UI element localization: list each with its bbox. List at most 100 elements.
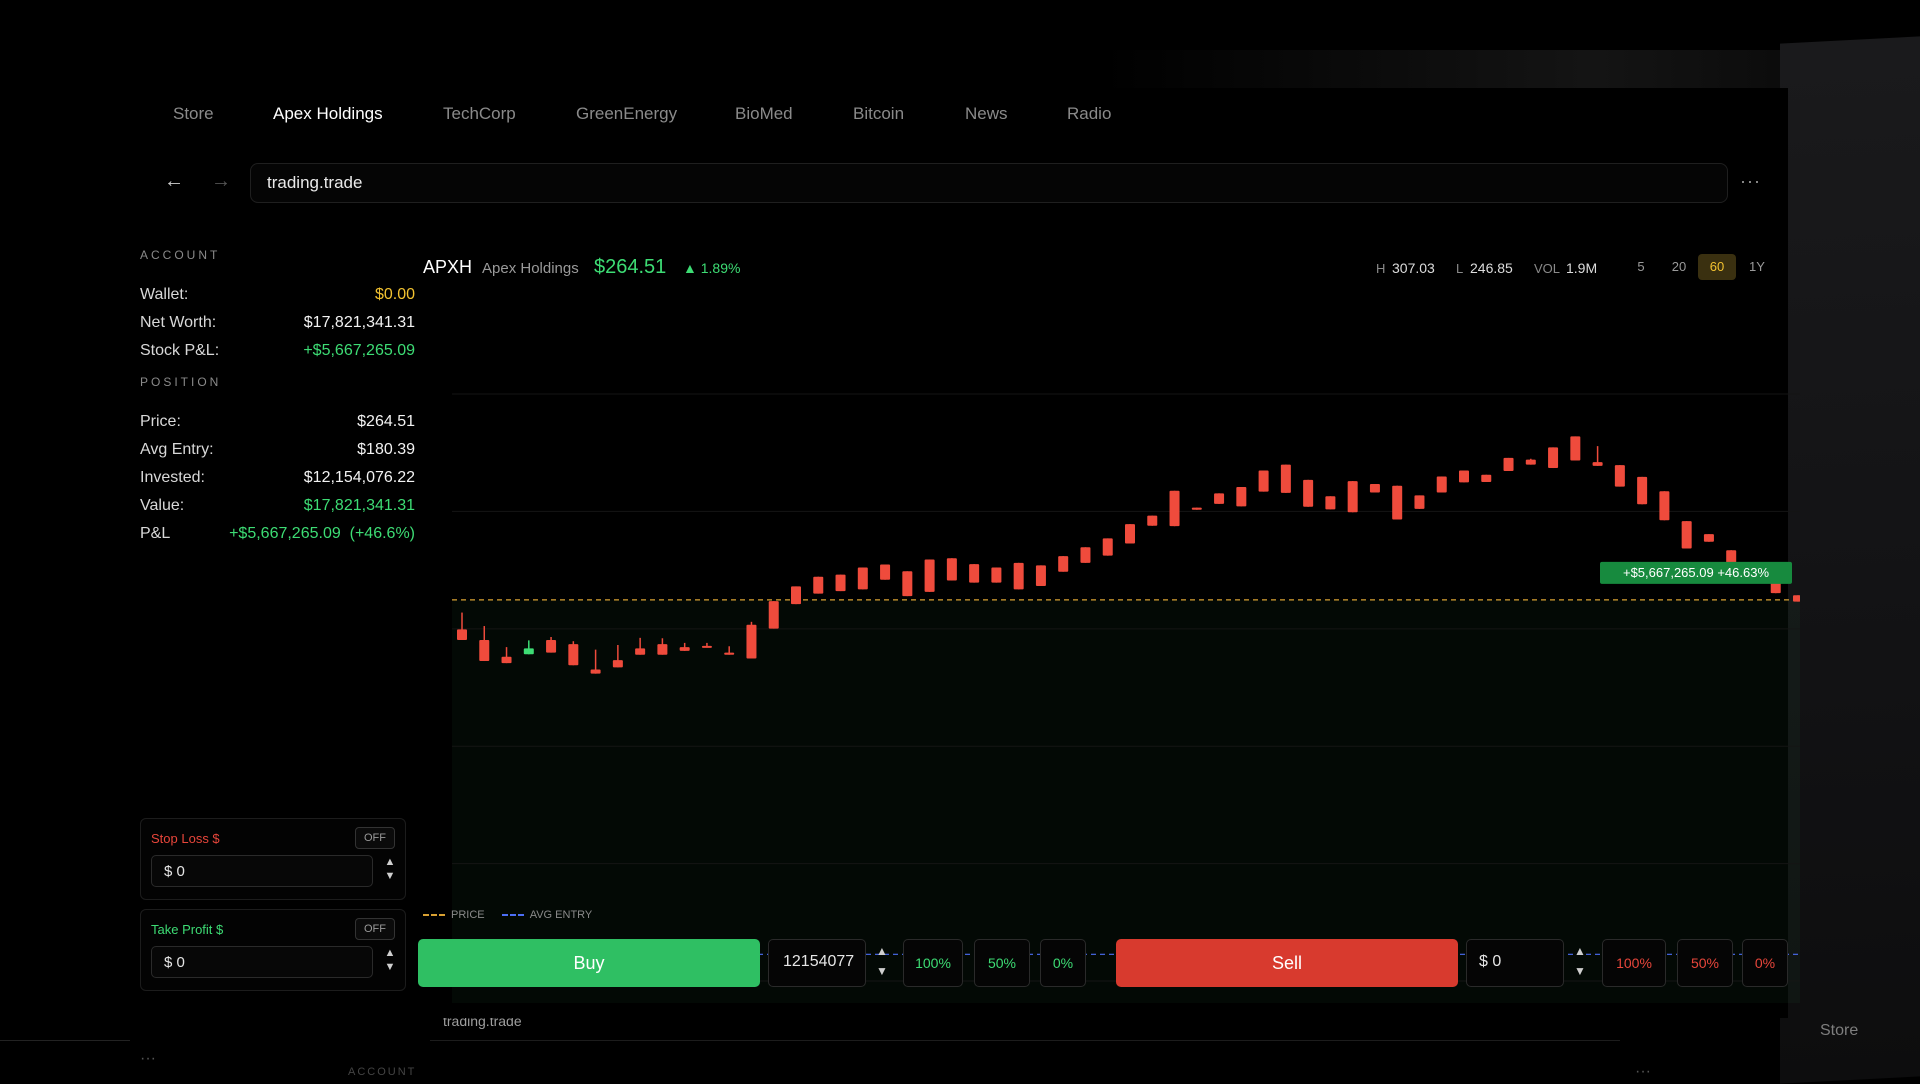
candlestick-chart[interactable]: 313.37285.51257.64229.78201.92174.06264.… [420, 283, 1887, 1019]
candle-body [1548, 447, 1559, 469]
candle-body [791, 586, 801, 605]
candle-body [1303, 479, 1314, 507]
candle-body [679, 647, 690, 651]
avg-entry-value: $180.39 [357, 441, 415, 458]
more-options-icon[interactable]: ··· [1740, 171, 1761, 192]
take-profit-input[interactable]: $ 0 [151, 946, 373, 978]
candle-body [835, 574, 846, 592]
chevron-up-icon[interactable]: ▲ [875, 941, 889, 961]
value-row: Value: $17,821,341.31 [140, 497, 415, 521]
sell-amount-input[interactable]: $ 0 [1466, 939, 1564, 987]
avg-entry-line-swatch [501, 914, 524, 917]
candle-body [1102, 538, 1113, 556]
candle-body [946, 558, 957, 581]
buy-quantity-stepper[interactable]: ▲ ▼ [875, 941, 889, 981]
sell-button[interactable]: Sell [1116, 939, 1458, 987]
candle-body [1592, 462, 1603, 466]
background-account-label: ACCOUNT [348, 1066, 417, 1078]
chevron-up-icon[interactable]: ▲ [383, 946, 397, 960]
buy-button[interactable]: Buy [418, 939, 760, 987]
avg-entry-label: Avg Entry: [140, 441, 214, 458]
tab-apex-holdings[interactable]: Apex Holdings [273, 104, 383, 124]
candle-body [1503, 457, 1514, 471]
tab-news[interactable]: News [965, 104, 1008, 124]
account-section-label: ACCOUNT [140, 248, 221, 262]
candle-body [1013, 562, 1024, 590]
tab-bitcoin[interactable]: Bitcoin [853, 104, 904, 124]
back-arrow-icon[interactable]: ← [164, 170, 184, 193]
chevron-down-icon[interactable]: ▼ [383, 869, 397, 883]
networth-value: $17,821,341.31 [303, 314, 415, 331]
candle-body [635, 648, 646, 655]
buy-0-percent-button[interactable]: 0% [1040, 939, 1086, 987]
forward-arrow-icon[interactable]: → [211, 170, 231, 193]
range-button-60[interactable]: 60 [1698, 254, 1736, 280]
sell-0-percent-button[interactable]: 0% [1742, 939, 1788, 987]
tab-biomed[interactable]: BioMed [735, 104, 793, 124]
candle-body [1258, 470, 1269, 492]
sell-amount-stepper[interactable]: ▲ ▼ [1573, 941, 1587, 981]
tab-greenenergy[interactable]: GreenEnergy [576, 104, 677, 124]
chart-legend: PRICE AVG ENTRY [423, 909, 592, 921]
sell-50-percent-button[interactable]: 50% [1677, 939, 1733, 987]
stop-loss-stepper[interactable]: ▲ ▼ [383, 855, 397, 887]
volume-value: 1.9M [1566, 260, 1598, 276]
price-chart[interactable]: 313.37285.51257.64229.78201.92174.06264.… [420, 283, 1887, 1019]
candle-body [1035, 565, 1046, 587]
stock-pnl-row: Stock P&L: +$5,667,265.09 [140, 342, 415, 366]
range-button-1y[interactable]: 1Y [1742, 254, 1772, 280]
url-bar[interactable]: trading.trade [250, 163, 1728, 203]
tab-store[interactable]: Store [173, 104, 214, 124]
candle-body [813, 576, 824, 594]
avg-entry-row: Avg Entry: $180.39 [140, 441, 415, 465]
invested-label: Invested: [140, 469, 205, 486]
candle-body [546, 639, 557, 653]
candle-body [1614, 465, 1625, 487]
price-line-swatch [423, 914, 445, 917]
chevron-down-icon[interactable]: ▼ [383, 960, 397, 974]
buy-50-percent-button[interactable]: 50% [974, 939, 1030, 987]
buy-100-percent-button[interactable]: 100% [903, 939, 963, 987]
candle-body [1347, 481, 1358, 513]
candle-body [1214, 493, 1225, 504]
take-profit-stepper[interactable]: ▲ ▼ [383, 946, 397, 978]
sell-100-percent-button[interactable]: 100% [1602, 939, 1666, 987]
candle-body [1058, 556, 1069, 572]
browser-window: Store Apex Holdings TechCorp GreenEnergy… [110, 88, 1887, 1019]
range-button-20[interactable]: 20 [1664, 254, 1694, 280]
range-button-5[interactable]: 5 [1628, 254, 1654, 280]
stop-loss-value: $ 0 [164, 863, 185, 880]
chevron-down-icon[interactable]: ▼ [1573, 961, 1587, 981]
take-profit-toggle[interactable]: OFF [355, 918, 395, 940]
candle-body [1793, 595, 1803, 602]
candle-body [1637, 476, 1648, 505]
sell-amount-value: $ 0 [1479, 953, 1502, 970]
value-label: Value: [140, 497, 185, 514]
candle-body [1459, 470, 1469, 483]
position-section-label: POSITION [140, 375, 222, 389]
candle-body [479, 639, 490, 662]
url-text: trading.trade [267, 173, 363, 192]
chevron-up-icon[interactable]: ▲ [383, 855, 397, 869]
candle-body [902, 571, 913, 597]
candle-body [924, 559, 935, 592]
legend-price: PRICE [451, 909, 485, 921]
candle-body [991, 567, 1002, 583]
stop-loss-input[interactable]: $ 0 [151, 855, 373, 887]
take-profit-value: $ 0 [164, 954, 185, 971]
buy-quantity-input[interactable]: 12154077 [768, 939, 866, 987]
stop-loss-toggle[interactable]: OFF [355, 827, 395, 849]
background-more-icon: ··· [140, 1050, 156, 1067]
low-label: L [1456, 261, 1464, 276]
candle-body [1436, 476, 1447, 493]
stop-loss-title: Stop Loss $ [151, 831, 220, 846]
chevron-down-icon[interactable]: ▼ [875, 961, 889, 981]
candle-body [1236, 486, 1247, 507]
chevron-up-icon[interactable]: ▲ [1573, 941, 1587, 961]
candle-body [1191, 507, 1202, 510]
tab-radio[interactable]: Radio [1067, 104, 1111, 124]
candle-body [768, 601, 779, 629]
candle-body [880, 564, 891, 580]
tab-techcorp[interactable]: TechCorp [443, 104, 516, 124]
position-price-label: Price: [140, 413, 181, 430]
